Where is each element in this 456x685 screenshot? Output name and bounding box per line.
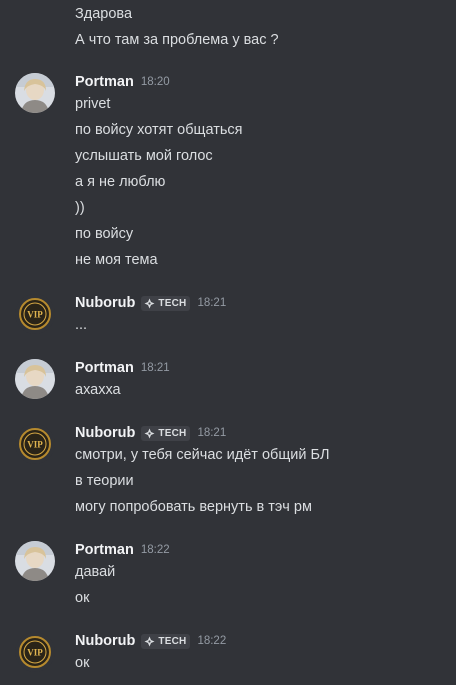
vip-avatar[interactable]: VIP: [15, 632, 55, 672]
tag-icon: [144, 428, 155, 438]
timestamp[interactable]: 18:21: [197, 297, 226, 309]
tag-label: TECH: [158, 635, 187, 647]
message-text: ок: [75, 655, 90, 671]
tag-label: TECH: [158, 427, 187, 439]
svg-text:VIP: VIP: [27, 648, 43, 658]
portman-avatar[interactable]: [15, 359, 55, 399]
message-text: а я не люблю: [75, 174, 166, 190]
tech-tag[interactable]: TECH: [141, 295, 191, 311]
timestamp[interactable]: 18:21: [197, 427, 226, 439]
timestamp[interactable]: 18:22: [197, 635, 226, 647]
message-text: давай: [75, 564, 116, 580]
message-text: )): [75, 200, 85, 216]
message-header: Portman 18:22: [75, 540, 170, 560]
vip-avatar[interactable]: VIP: [15, 424, 55, 464]
message-header: Portman 18:20: [75, 72, 170, 92]
message-text: А что там за проблема у вас ?: [75, 32, 279, 48]
message-text: privet: [75, 96, 111, 112]
username[interactable]: Nuborub: [75, 425, 135, 441]
message-header: Portman 18:21: [75, 358, 170, 378]
message-text: услышать мой голос: [75, 148, 213, 164]
message-text: ахахха: [75, 382, 121, 398]
message-header: Nuborub TECH 18:22: [75, 631, 226, 651]
tag-icon: [144, 636, 155, 646]
tag-label: TECH: [158, 297, 187, 309]
timestamp[interactable]: 18:21: [141, 362, 170, 374]
tech-tag[interactable]: TECH: [141, 425, 191, 441]
vip-avatar[interactable]: VIP: [15, 294, 55, 334]
timestamp[interactable]: 18:22: [141, 544, 170, 556]
chat-messages: Здарова А что там за проблема у вас ? Po…: [0, 0, 456, 685]
message-text: по войсу: [75, 226, 134, 242]
message-text: могу попробовать вернуть в тэч рм: [75, 499, 312, 515]
svg-text:VIP: VIP: [27, 440, 43, 450]
tech-tag[interactable]: TECH: [141, 633, 191, 649]
message-text: в теории: [75, 473, 134, 489]
timestamp[interactable]: 18:20: [141, 76, 170, 88]
message-header: Nuborub TECH 18:21: [75, 423, 226, 443]
username[interactable]: Portman: [75, 74, 134, 90]
message-text: не моя тема: [75, 252, 158, 268]
message-text: по войсу хотят общаться: [75, 122, 243, 138]
svg-text:VIP: VIP: [27, 310, 43, 320]
username[interactable]: Nuborub: [75, 633, 135, 649]
portman-avatar[interactable]: [15, 541, 55, 581]
username[interactable]: Portman: [75, 542, 134, 558]
message-text: Здарова: [75, 6, 133, 22]
message-text: ок: [75, 590, 90, 606]
message-text: ...: [75, 317, 88, 333]
username[interactable]: Nuborub: [75, 295, 135, 311]
message-text: смотри, у тебя сейчас идёт общий БЛ: [75, 447, 330, 463]
portman-avatar[interactable]: [15, 73, 55, 113]
username[interactable]: Portman: [75, 360, 134, 376]
tag-icon: [144, 298, 155, 308]
message-header: Nuborub TECH 18:21: [75, 293, 226, 313]
